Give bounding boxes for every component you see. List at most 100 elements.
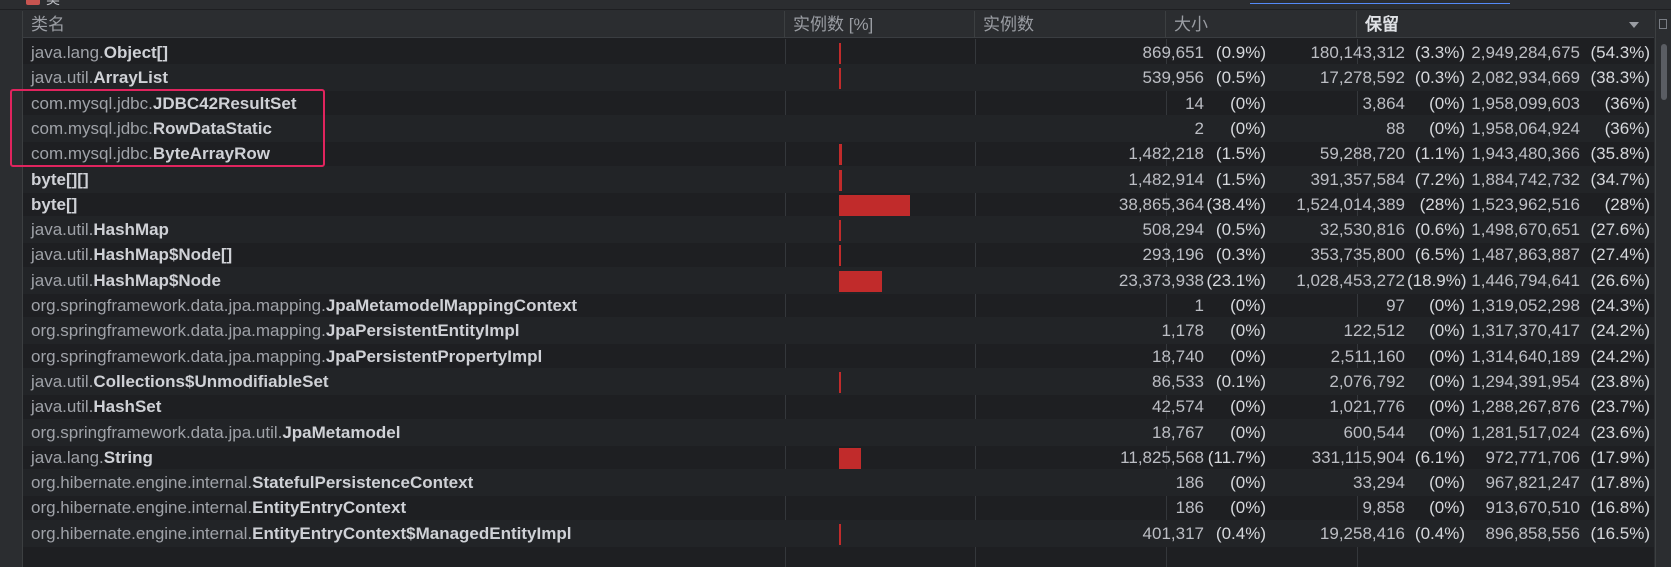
class-name-cell: com.mysql.jdbc.ByteArrayRow <box>31 140 270 167</box>
instance-count-percent: (0%) <box>1230 397 1266 417</box>
size-percent: (0%) <box>1429 397 1465 417</box>
instance-count-percent: (0.1%) <box>1215 371 1266 391</box>
instance-percent-bar <box>839 270 882 292</box>
instance-percent-bar-cell <box>839 444 1044 471</box>
retained-percent: (17.9%) <box>1590 447 1650 467</box>
instance-percent-bar-cell <box>839 393 1044 420</box>
retained-percent: (27.4%) <box>1590 245 1650 265</box>
instance-percent-bar-cell <box>839 469 1044 496</box>
size-value: 33,294 <box>1353 473 1405 493</box>
instance-count: 186 <box>1175 498 1204 518</box>
table-row[interactable]: org.springframework.data.jpa.mapping.Jpa… <box>23 317 1654 345</box>
column-header-retained-label: 保留 <box>1365 15 1399 34</box>
size-value: 600,544 <box>1343 422 1405 442</box>
class-simple-name: ArrayList <box>93 68 169 88</box>
instance-count: 18,740 <box>1152 346 1204 366</box>
class-simple-name: JpaMetamodelMappingContext <box>325 296 578 315</box>
size-percent: (18.9%) <box>1407 270 1467 290</box>
package-name: org.springframework.data.jpa.mapping. <box>31 296 326 315</box>
table-row[interactable]: com.mysql.jdbc.RowDataStatic 2 (0%) 88 (0%) 1… <box>23 114 1654 142</box>
instance-percent-bar <box>839 523 841 545</box>
retained-percent: (16.8%) <box>1590 498 1650 518</box>
retained-value: 972,771,706 <box>1485 447 1580 467</box>
instance-percent-bar <box>839 43 841 64</box>
instance-percent-bar-cell <box>839 520 1044 547</box>
instance-count: 186 <box>1175 473 1204 493</box>
class-name-cell: org.springframework.data.jpa.mapping.Jpa… <box>31 343 542 370</box>
class-name-cell: java.util.HashSet <box>31 393 161 420</box>
size-value: 32,530,816 <box>1319 220 1405 240</box>
table-row[interactable]: java.util.HashSet 42,574 (0%) 1,021,776 (0%)… <box>23 393 1654 420</box>
package-name: org.springframework.data.jpa.util. <box>31 422 283 442</box>
size-percent: (0.3%) <box>1414 68 1465 88</box>
table-row[interactable]: java.util.HashMap 508,294 (0.5%) 32,530,816… <box>23 216 1654 244</box>
column-settings-icon[interactable] <box>1659 19 1667 29</box>
table-row[interactable]: org.hibernate.engine.internal.EntityEntr… <box>23 494 1654 521</box>
instance-count: 1,482,218 <box>1128 144 1204 164</box>
column-header-instances[interactable]: 实例数 <box>975 11 1166 38</box>
retained-value: 1,317,370,417 <box>1471 321 1580 341</box>
class-simple-name: HashSet <box>93 397 162 417</box>
instance-percent-bar-cell <box>839 419 1044 446</box>
table-row[interactable]: org.springframework.data.jpa.mapping.Jpa… <box>23 292 1654 319</box>
retained-percent: (24.2%) <box>1590 321 1650 341</box>
retained-value: 2,949,284,675 <box>1471 43 1580 62</box>
class-name-cell: java.util.HashMap <box>31 216 169 243</box>
class-simple-name: byte[][] <box>31 169 89 189</box>
table-row[interactable]: java.util.Collections$UnmodifiableSet 86,… <box>23 367 1654 395</box>
table-row[interactable]: byte[][] 1,482,914 (1.5%) 391,357,584 (7.2%)… <box>23 165 1654 193</box>
class-name-cell: java.util.HashMap$Node[] <box>31 241 232 268</box>
class-name-cell: org.springframework.data.jpa.util.JpaMet… <box>31 419 400 446</box>
size-percent: (6.1%) <box>1414 447 1465 467</box>
class-simple-name: JpaPersistentPropertyImpl <box>325 346 543 366</box>
table-row[interactable]: com.mysql.jdbc.ByteArrayRow 1,482,218 (1.5… <box>23 140 1654 167</box>
instance-percent-bar-cell <box>839 166 1044 193</box>
instance-count-percent: (23.1%) <box>1206 270 1266 290</box>
instance-percent-bar-cell <box>839 64 1044 91</box>
table-row[interactable]: com.mysql.jdbc.JDBC42ResultSet 14 (0%) 3,86… <box>23 90 1654 117</box>
size-percent: (0%) <box>1429 118 1465 138</box>
instance-count: 42,574 <box>1152 397 1204 417</box>
retained-value: 1,498,670,651 <box>1471 220 1580 240</box>
class-table: 类名 实例数 [%] 实例数 大小 保留 java.lang.Object[] 8… <box>22 11 1654 567</box>
table-row[interactable]: org.springframework.data.jpa.mapping.Jpa… <box>23 343 1654 370</box>
size-value: 1,021,776 <box>1329 397 1405 417</box>
vertical-scrollbar[interactable] <box>1655 11 1671 567</box>
sort-descending-icon[interactable] <box>1629 22 1639 28</box>
instance-percent-bar <box>839 144 842 166</box>
retained-percent: (23.6%) <box>1590 422 1650 442</box>
retained-value: 1,314,640,189 <box>1471 346 1580 366</box>
table-row[interactable]: byte[] 38,865,364 (38.4%) 1,524,014,389 (28%… <box>23 191 1654 218</box>
class-name-cell: byte[][] <box>31 166 89 193</box>
size-value: 97 <box>1386 296 1405 315</box>
table-row[interactable]: org.hibernate.engine.internal.StatefulPe… <box>23 469 1654 497</box>
retained-value: 1,294,391,954 <box>1471 371 1580 391</box>
size-percent: (0%) <box>1429 93 1465 113</box>
table-row[interactable]: java.util.HashMap$Node[] 293,196 (0.3%) 353… <box>23 241 1654 268</box>
column-header-retained[interactable]: 保留 <box>1357 11 1654 38</box>
package-name: java.util. <box>31 245 94 265</box>
instance-count: 1,482,914 <box>1128 169 1204 189</box>
table-row[interactable]: java.lang.Object[] 869,651 (0.9%) 180,143,3… <box>23 39 1654 66</box>
instance-count: 1 <box>1194 296 1204 315</box>
instance-percent-bar-cell <box>839 39 1044 66</box>
size-percent: (0%) <box>1429 473 1465 493</box>
retained-value: 1,523,962,516 <box>1471 194 1580 214</box>
scrollbar-thumb[interactable] <box>1661 44 1667 100</box>
table-row[interactable]: java.util.HashMap$Node 23,373,938 (23.1%) 1… <box>23 266 1654 294</box>
table-row[interactable]: org.hibernate.engine.internal.EntityEntr… <box>23 519 1654 547</box>
instance-percent-bar-cell <box>839 140 1044 167</box>
table-row[interactable]: java.lang.String 11,825,568 (11.7%) 331,115… <box>23 444 1654 471</box>
class-name-cell: byte[] <box>31 191 77 218</box>
package-name: java.util. <box>31 397 94 417</box>
class-simple-name: Collections$UnmodifiableSet <box>93 371 329 391</box>
table-row[interactable]: java.util.ArrayList 539,956 (0.5%) 17,278,5… <box>23 64 1654 92</box>
retained-value: 1,487,863,887 <box>1471 245 1580 265</box>
column-header-class-name[interactable]: 类名 <box>23 11 785 38</box>
table-row[interactable]: org.springframework.data.jpa.util.JpaMet… <box>23 418 1654 446</box>
instance-percent-bar <box>839 371 841 393</box>
column-header-instance-percent[interactable]: 实例数 [%] <box>785 11 975 38</box>
size-percent: (0%) <box>1429 346 1465 366</box>
column-header-size[interactable]: 大小 <box>1166 11 1357 38</box>
size-percent: (0%) <box>1429 371 1465 391</box>
